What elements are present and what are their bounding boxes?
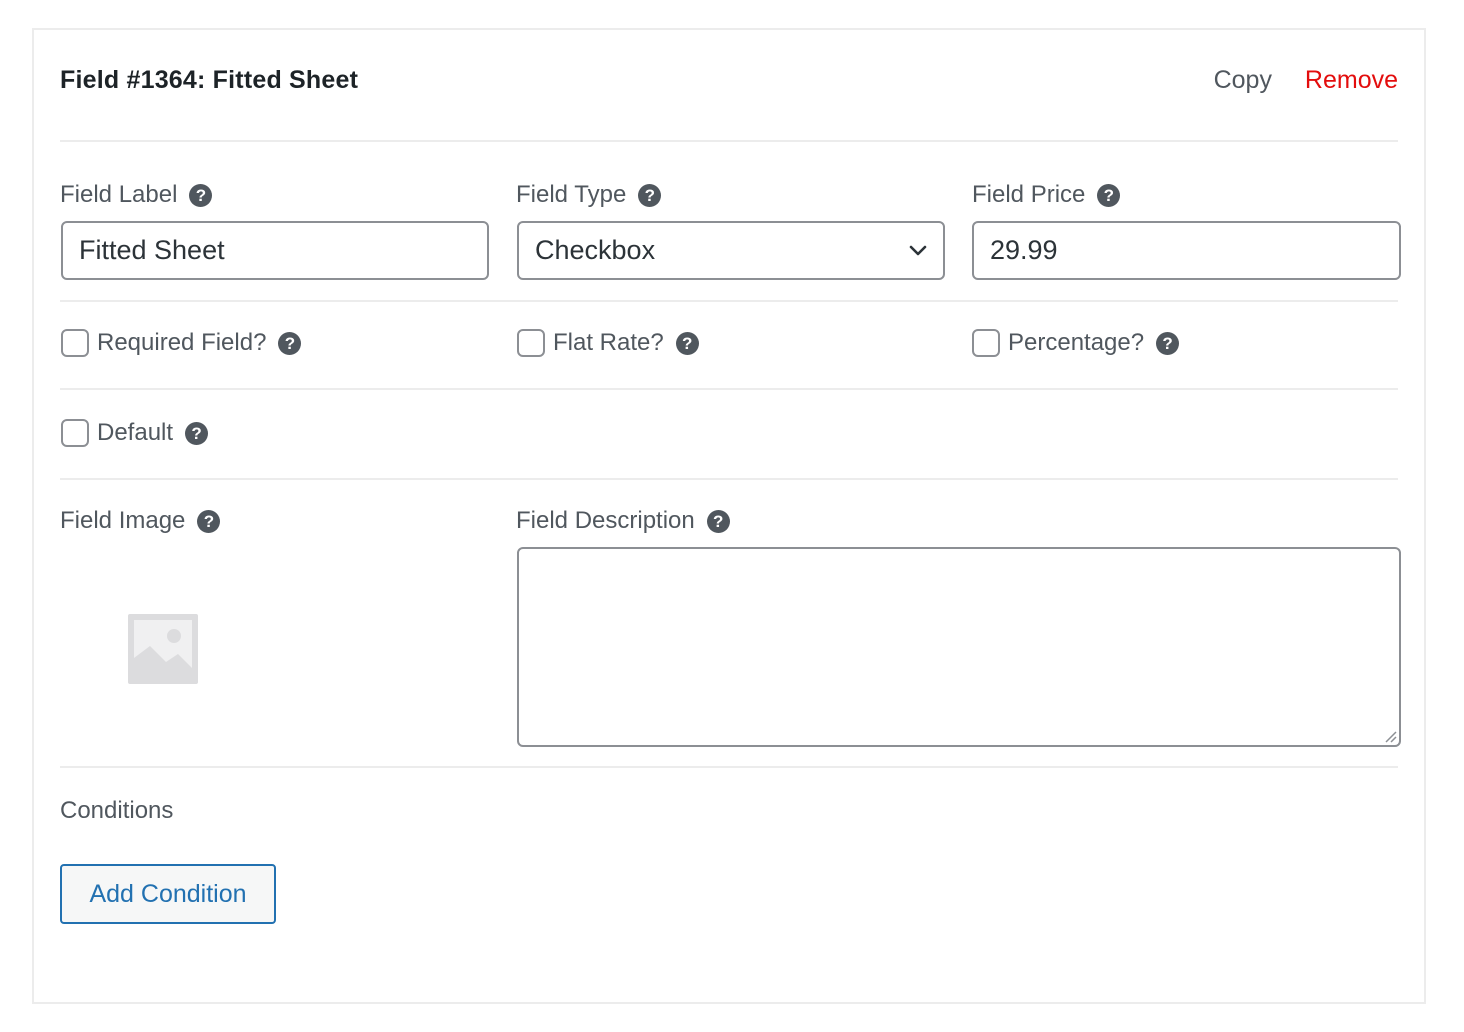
question-circle-icon[interactable]: ? xyxy=(706,509,730,533)
field-type-select[interactable]: Checkbox xyxy=(517,221,945,280)
field-price-input[interactable]: 29.99 xyxy=(972,221,1401,280)
field-type-text: Field Type xyxy=(516,181,627,208)
default-label: Default xyxy=(97,419,174,446)
field-label-heading: Field Label ? xyxy=(60,181,213,209)
conditions-text: Conditions xyxy=(60,797,174,824)
percentage-checkbox[interactable] xyxy=(972,329,1000,357)
field-price-text: Field Price xyxy=(972,181,1086,208)
field-label-text: Field Label xyxy=(60,181,178,208)
field-description-heading: Field Description ? xyxy=(516,507,730,535)
chevron-down-icon xyxy=(909,245,927,256)
field-description-text: Field Description xyxy=(516,507,695,534)
divider xyxy=(60,388,1398,390)
required-field-checkbox[interactable] xyxy=(61,329,89,357)
question-circle-icon[interactable]: ? xyxy=(638,183,662,207)
divider xyxy=(60,300,1398,302)
field-panel: Field #1364: Fitted Sheet Copy Remove Fi… xyxy=(32,28,1426,1004)
divider xyxy=(60,766,1398,768)
image-placeholder-icon[interactable] xyxy=(126,612,200,686)
question-circle-icon[interactable]: ? xyxy=(278,331,302,355)
field-image-text: Field Image xyxy=(60,507,186,534)
flat-rate-checkbox[interactable] xyxy=(517,329,545,357)
field-title: Field #1364: Fitted Sheet xyxy=(60,66,359,94)
question-circle-icon[interactable]: ? xyxy=(185,421,209,445)
question-circle-icon[interactable]: ? xyxy=(1097,183,1121,207)
remove-link[interactable]: Remove xyxy=(1305,66,1398,94)
default-checkbox[interactable] xyxy=(61,419,89,447)
required-field-option: Required Field? ? xyxy=(61,329,302,357)
question-circle-icon[interactable]: ? xyxy=(189,183,213,207)
question-circle-icon[interactable]: ? xyxy=(197,509,221,533)
percentage-option: Percentage? ? xyxy=(972,329,1180,357)
field-type-selected: Checkbox xyxy=(535,235,656,265)
header-actions: Copy Remove xyxy=(1214,66,1398,95)
field-label-input[interactable]: Fitted Sheet xyxy=(61,221,489,280)
flat-rate-label: Flat Rate? xyxy=(553,329,664,356)
required-field-label: Required Field? xyxy=(97,329,267,356)
add-condition-button[interactable]: Add Condition xyxy=(60,864,276,924)
question-circle-icon[interactable]: ? xyxy=(1156,331,1180,355)
field-image-heading: Field Image ? xyxy=(60,507,221,535)
default-option: Default ? xyxy=(61,419,209,447)
copy-link[interactable]: Copy xyxy=(1214,66,1272,94)
question-circle-icon[interactable]: ? xyxy=(675,331,699,355)
resize-handle-icon[interactable] xyxy=(1383,729,1397,743)
conditions-heading: Conditions xyxy=(60,797,173,825)
divider xyxy=(60,478,1398,480)
field-price-heading: Field Price ? xyxy=(972,181,1121,209)
field-description-textarea[interactable] xyxy=(517,547,1401,747)
percentage-label: Percentage? xyxy=(1008,329,1145,356)
flat-rate-option: Flat Rate? ? xyxy=(517,329,699,357)
field-type-heading: Field Type ? xyxy=(516,181,662,209)
field-header: Field #1364: Fitted Sheet Copy Remove xyxy=(60,30,1398,142)
